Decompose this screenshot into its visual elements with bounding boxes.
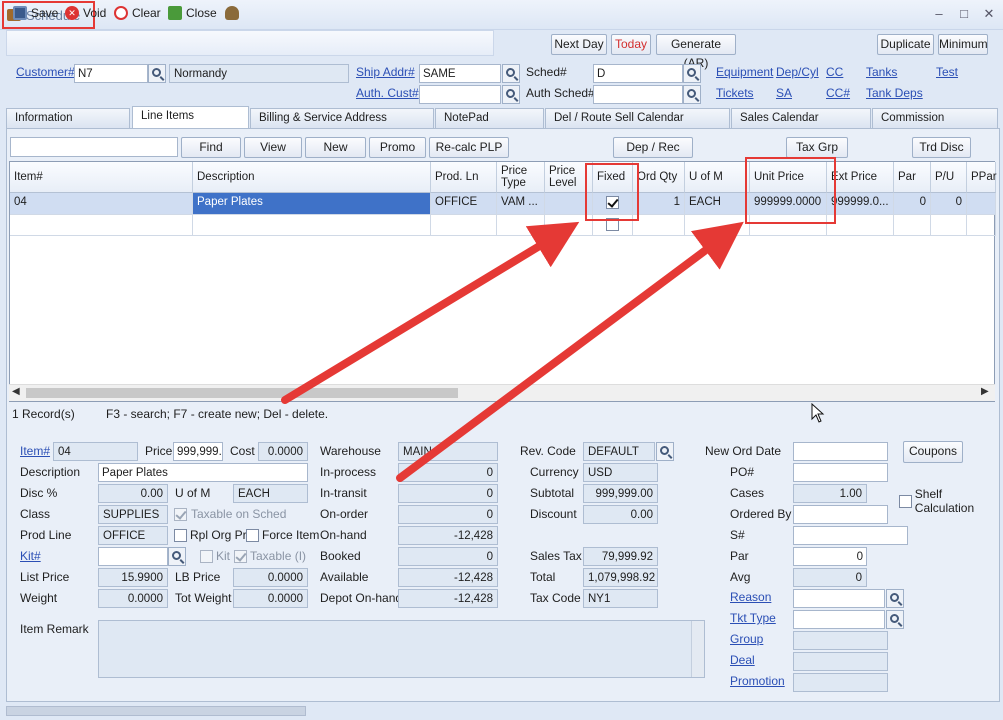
arrow-to-fixed-column — [281, 221, 580, 404]
annotation-arrows — [281, 221, 744, 482]
mouse-cursor-icon — [811, 403, 825, 423]
arrow-to-unit-price — [396, 221, 744, 482]
